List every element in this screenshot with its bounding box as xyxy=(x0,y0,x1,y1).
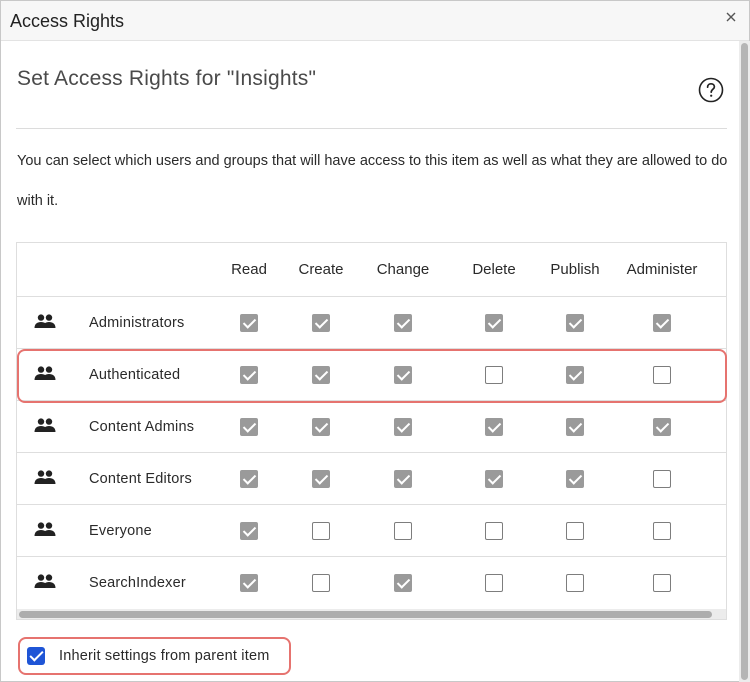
permission-checkbox-read[interactable] xyxy=(240,314,258,332)
column-header-create: Create xyxy=(298,261,344,278)
user-group-icon xyxy=(34,470,56,484)
permission-checkbox-create[interactable] xyxy=(312,418,330,436)
permission-checkbox-create[interactable] xyxy=(312,314,330,332)
user-group-icon xyxy=(34,522,56,536)
vertical-scrollbar[interactable] xyxy=(739,41,750,682)
permission-checkbox-administer[interactable] xyxy=(653,574,671,592)
permission-checkbox-delete[interactable] xyxy=(485,574,503,592)
permission-checkbox-delete[interactable] xyxy=(485,418,503,436)
user-group-icon xyxy=(34,314,56,328)
access-rights-dialog: Access Rights Set Access Rights for "Ins… xyxy=(0,0,750,682)
table-header-row: Read Create Change Delete Publish Administer xyxy=(17,243,726,297)
table-row: Content Admins xyxy=(17,401,726,453)
description-text: You can select which users and groups th… xyxy=(17,153,728,209)
table-row: Administrators xyxy=(17,297,726,349)
horizontal-scrollbar-thumb[interactable] xyxy=(19,611,712,618)
table-row: Everyone xyxy=(17,505,726,557)
vertical-scrollbar-thumb[interactable] xyxy=(741,43,748,680)
group-name: Content Editors xyxy=(89,471,192,487)
page-title: Set Access Rights for "Insights" xyxy=(17,67,317,90)
permission-checkbox-change[interactable] xyxy=(394,574,412,592)
permission-checkbox-delete[interactable] xyxy=(485,470,503,488)
permission-checkbox-publish[interactable] xyxy=(566,470,584,488)
column-header-read: Read xyxy=(231,261,267,278)
permission-checkbox-publish[interactable] xyxy=(566,574,584,592)
permission-checkbox-publish[interactable] xyxy=(566,522,584,540)
permission-checkbox-read[interactable] xyxy=(240,574,258,592)
permission-checkbox-create[interactable] xyxy=(312,470,330,488)
column-header-change: Change xyxy=(376,261,430,278)
close-icon[interactable] xyxy=(723,9,739,25)
permission-checkbox-administer[interactable] xyxy=(653,418,671,436)
table-row: SearchIndexer xyxy=(17,557,726,609)
permission-checkbox-administer[interactable] xyxy=(653,470,671,488)
permission-checkbox-read[interactable] xyxy=(240,470,258,488)
horizontal-scrollbar[interactable] xyxy=(17,609,726,619)
inherit-settings-checkbox[interactable] xyxy=(27,647,45,665)
permission-checkbox-change[interactable] xyxy=(394,418,412,436)
permission-checkbox-create[interactable] xyxy=(312,522,330,540)
highlight-authenticated-row xyxy=(17,349,727,403)
inherit-settings-label[interactable]: Inherit settings from parent item xyxy=(59,648,270,664)
column-header-publish: Publish xyxy=(550,261,600,278)
permission-checkbox-change[interactable] xyxy=(394,314,412,332)
permission-checkbox-administer[interactable] xyxy=(653,522,671,540)
access-rights-table: Read Create Change Delete Publish Administer … xyxy=(16,242,727,620)
permission-checkbox-administer[interactable] xyxy=(653,314,671,332)
dialog-title: Access Rights xyxy=(10,11,125,31)
help-icon[interactable] xyxy=(698,77,724,103)
column-header-delete: Delete xyxy=(472,261,516,278)
group-name: SearchIndexer xyxy=(89,575,186,591)
user-group-icon xyxy=(34,418,56,432)
permission-checkbox-create[interactable] xyxy=(312,574,330,592)
permission-checkbox-publish[interactable] xyxy=(566,418,584,436)
dialog-titlebar: Access Rights xyxy=(1,1,749,41)
group-name: Administrators xyxy=(89,315,185,331)
table-row: Content Editors xyxy=(17,453,726,505)
group-name: Everyone xyxy=(89,523,152,539)
permission-checkbox-publish[interactable] xyxy=(566,314,584,332)
column-header-administer: Administer xyxy=(626,261,698,278)
group-name: Content Admins xyxy=(89,419,195,435)
permission-checkbox-delete[interactable] xyxy=(485,522,503,540)
divider xyxy=(16,128,727,129)
permission-checkbox-change[interactable] xyxy=(394,470,412,488)
user-group-icon xyxy=(34,574,56,588)
permission-checkbox-delete[interactable] xyxy=(485,314,503,332)
permission-checkbox-read[interactable] xyxy=(240,418,258,436)
permission-checkbox-read[interactable] xyxy=(240,522,258,540)
permission-checkbox-change[interactable] xyxy=(394,522,412,540)
